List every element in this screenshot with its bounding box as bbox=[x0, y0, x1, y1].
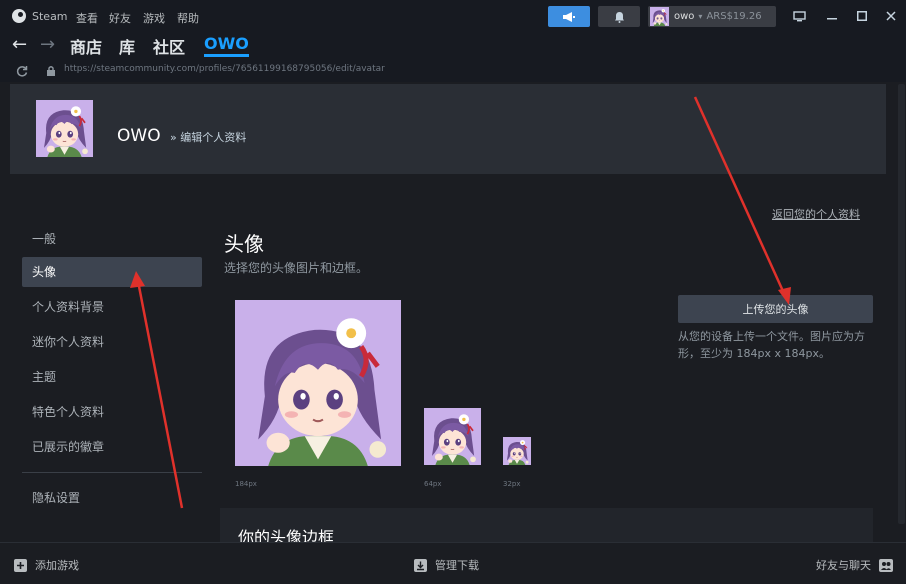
chevron-down-icon: ▾ bbox=[698, 12, 703, 21]
section-title: 头像 bbox=[224, 232, 264, 256]
sidebar-item-general[interactable]: 一般 bbox=[22, 224, 202, 254]
close-icon bbox=[886, 11, 896, 21]
nav-profile[interactable]: OWO bbox=[204, 34, 249, 57]
manage-downloads-button[interactable]: 管理下载 bbox=[414, 557, 479, 573]
upload-avatar-button[interactable]: 上传您的头像 bbox=[678, 295, 873, 323]
bottom-bar: 添加游戏 管理下载 好友与聊天 bbox=[0, 542, 906, 584]
sidebar-item-mini-profile[interactable]: 迷你个人资料 bbox=[22, 327, 202, 357]
sidebar-divider bbox=[22, 472, 202, 473]
menu-friends[interactable]: 好友 bbox=[109, 10, 131, 26]
back-to-profile-link[interactable]: 返回您的个人资料 bbox=[772, 206, 860, 222]
forward-arrow-icon[interactable]: → bbox=[40, 34, 55, 55]
avatar-preview-medium bbox=[424, 408, 481, 465]
profile-header: OWO » 编辑个人资料 bbox=[10, 84, 886, 174]
maximize-button[interactable] bbox=[852, 6, 872, 26]
friends-icon bbox=[879, 558, 893, 572]
menu-games[interactable]: 游戏 bbox=[143, 10, 165, 26]
menu-view[interactable]: 查看 bbox=[76, 10, 98, 26]
nav-store[interactable]: 商店 bbox=[70, 34, 102, 58]
announcements-button[interactable] bbox=[548, 6, 590, 27]
avatar-preview-large bbox=[235, 300, 401, 466]
url-text[interactable]: https://steamcommunity.com/profiles/7656… bbox=[64, 64, 385, 74]
avatar-size-label-small: 32px bbox=[503, 480, 521, 488]
friends-chat-button[interactable]: 好友与聊天 bbox=[816, 557, 893, 573]
steam-client-window: Steam 查看 好友 游戏 帮助 owo ▾ ARS$19.26 ← → 商店… bbox=[0, 0, 906, 584]
breadcrumb: » 编辑个人资料 bbox=[170, 131, 247, 144]
add-game-label: 添加游戏 bbox=[35, 559, 79, 572]
avatar-size-label-medium: 64px bbox=[424, 480, 442, 488]
big-picture-button[interactable] bbox=[789, 6, 809, 26]
plus-icon bbox=[14, 558, 27, 572]
scrollbar-thumb[interactable] bbox=[898, 84, 905, 524]
profile-name[interactable]: OWO bbox=[117, 126, 161, 146]
monitor-icon bbox=[792, 10, 806, 21]
notifications-button[interactable] bbox=[598, 6, 640, 27]
download-icon bbox=[414, 558, 427, 572]
add-game-button[interactable]: 添加游戏 bbox=[14, 557, 79, 573]
wallet-balance: ARS$19.26 bbox=[706, 11, 762, 22]
menu-bar: Steam 查看 好友 游戏 帮助 owo ▾ ARS$19.26 bbox=[0, 0, 906, 32]
minimize-button[interactable] bbox=[822, 6, 842, 26]
sidebar-item-theme[interactable]: 主题 bbox=[22, 362, 202, 392]
main-content: OWO » 编辑个人资料 返回您的个人资料 一般 头像 个人资料背景 迷你个人资… bbox=[0, 82, 906, 542]
account-menu[interactable]: owo ▾ ARS$19.26 bbox=[648, 6, 776, 27]
menu-help[interactable]: 帮助 bbox=[177, 10, 199, 26]
menu-steam[interactable]: Steam bbox=[32, 10, 68, 23]
navigation-bar: ← → 商店 库 社区 OWO bbox=[0, 32, 906, 60]
account-name: owo bbox=[674, 11, 695, 22]
lock-icon bbox=[47, 66, 55, 76]
bell-icon bbox=[614, 11, 624, 23]
minimize-icon bbox=[827, 18, 837, 20]
sidebar-item-profile-background[interactable]: 个人资料背景 bbox=[22, 292, 202, 322]
sidebar-item-featured-profile[interactable]: 特色个人资料 bbox=[22, 397, 202, 427]
upload-hint: 从您的设备上传一个文件。图片应为方形，至少为 184px x 184px。 bbox=[678, 330, 865, 360]
section-description: 选择您的头像图片和边框。 bbox=[224, 261, 369, 275]
scrollbar[interactable] bbox=[897, 82, 906, 542]
avatar[interactable] bbox=[36, 100, 93, 157]
close-button[interactable] bbox=[881, 6, 901, 26]
back-arrow-icon[interactable]: ← bbox=[12, 34, 27, 55]
megaphone-icon bbox=[563, 11, 575, 22]
manage-downloads-label: 管理下载 bbox=[435, 559, 479, 572]
avatar bbox=[650, 7, 669, 26]
maximize-icon bbox=[857, 11, 867, 21]
friends-chat-label: 好友与聊天 bbox=[816, 559, 871, 572]
refresh-icon[interactable] bbox=[16, 65, 28, 77]
sidebar-item-privacy[interactable]: 隐私设置 bbox=[22, 483, 202, 513]
steam-logo-icon[interactable] bbox=[12, 9, 26, 23]
sidebar-item-avatar[interactable]: 头像 bbox=[22, 257, 202, 287]
sidebar-item-badges[interactable]: 已展示的徽章 bbox=[22, 432, 202, 462]
avatar-preview-small bbox=[503, 437, 531, 465]
avatar-size-label-large: 184px bbox=[235, 480, 257, 488]
url-bar: https://steamcommunity.com/profiles/7656… bbox=[0, 60, 906, 82]
avatar-frame-title: 你的头像边框 bbox=[238, 528, 335, 542]
nav-community[interactable]: 社区 bbox=[153, 34, 185, 58]
nav-library[interactable]: 库 bbox=[119, 34, 135, 58]
